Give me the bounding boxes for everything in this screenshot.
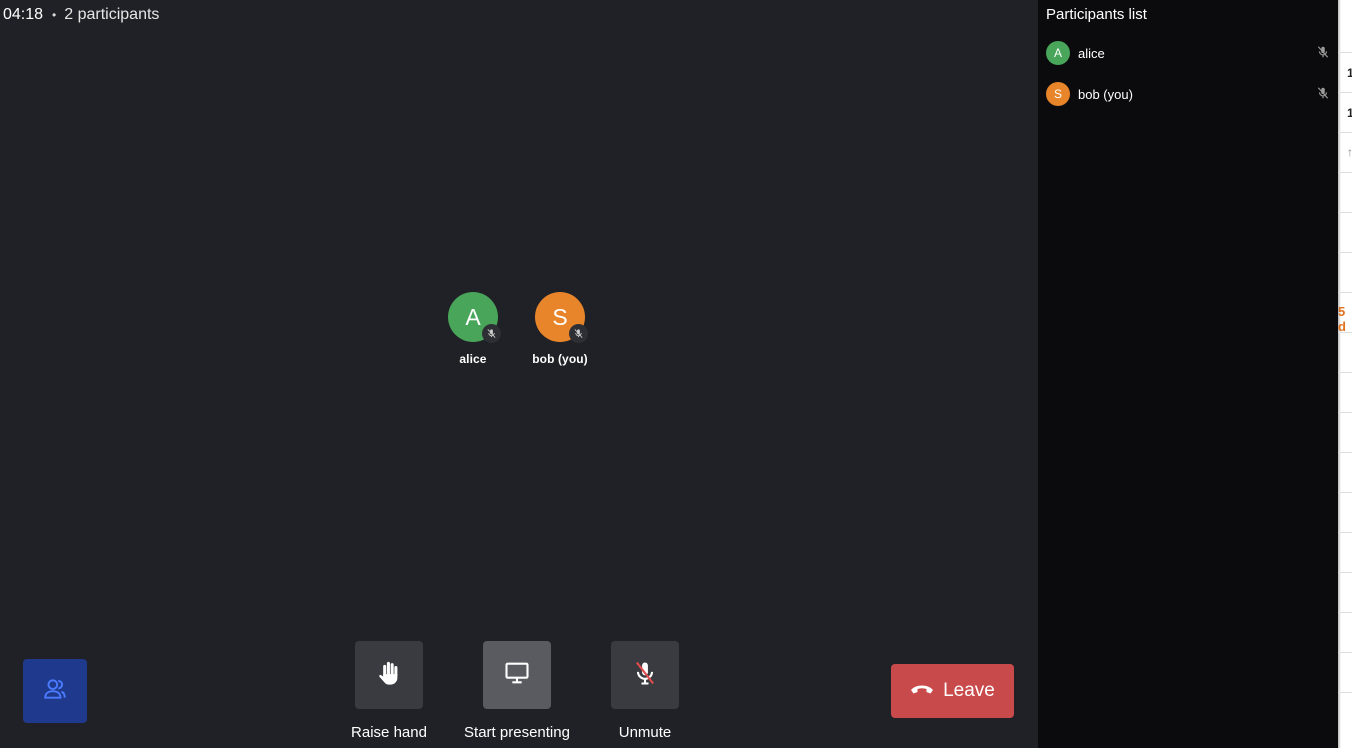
divider (1338, 292, 1352, 293)
participant-tile-bob[interactable]: S bob (you) (520, 292, 600, 366)
hand-icon (375, 659, 403, 692)
divider (1338, 252, 1352, 253)
muted-mic-icon (569, 324, 588, 343)
participants-panel: Participants list A alice S bob (you) (1038, 0, 1338, 748)
muted-mic-icon (482, 324, 501, 343)
divider (1338, 172, 1352, 173)
avatar: S (1046, 82, 1070, 106)
muted-mic-icon (1316, 86, 1330, 105)
people-icon (42, 676, 68, 707)
muted-mic-icon (1316, 45, 1330, 64)
unmute-label: Unmute (618, 724, 672, 741)
divider (1338, 492, 1352, 493)
monitor-icon (503, 659, 531, 692)
participant-count: 2 participants (64, 6, 160, 23)
raise-hand-box[interactable] (355, 641, 423, 709)
divider (1338, 612, 1352, 613)
leave-label: Leave (943, 680, 995, 701)
background-text: 5 d (1338, 304, 1346, 334)
call-status-bar: 04:18 • 2 participants (3, 5, 159, 25)
call-timer: 04:18 (3, 6, 44, 23)
divider (1338, 52, 1352, 53)
participant-list-name: alice (1078, 45, 1105, 61)
participants-toggle-button[interactable] (23, 659, 87, 723)
unmute-button[interactable]: Unmute (581, 641, 709, 741)
avatar: A (448, 292, 501, 343)
divider (1338, 652, 1352, 653)
raise-hand-label: Raise hand (351, 724, 427, 741)
leave-button[interactable]: Leave (891, 664, 1014, 718)
divider (1338, 372, 1352, 373)
background-text: ↑ (1347, 145, 1352, 159)
divider (1338, 532, 1352, 533)
edge-shadow (1338, 0, 1341, 748)
mic-off-icon (631, 659, 659, 692)
divider (1338, 692, 1352, 693)
divider (1338, 412, 1352, 413)
divider (1338, 572, 1352, 573)
participant-tile-alice[interactable]: A alice (433, 292, 513, 366)
avatar: S (535, 292, 588, 343)
divider (1338, 212, 1352, 213)
unmute-box[interactable] (611, 641, 679, 709)
divider (1338, 92, 1352, 93)
participant-list-name: bob (you) (1078, 86, 1133, 102)
avatar-initial: S (552, 304, 568, 330)
divider (1338, 132, 1352, 133)
avatar: A (1046, 41, 1070, 65)
start-presenting-button[interactable]: Start presenting (453, 641, 581, 741)
divider (1338, 452, 1352, 453)
background-text: 1 (1347, 106, 1352, 120)
divider (1338, 332, 1352, 333)
call-stage: 04:18 • 2 participants A alice S bob (yo… (0, 0, 1038, 748)
status-separator: • (52, 8, 57, 22)
background-page-edge: 1 1 ↑ 5 d (1338, 0, 1352, 748)
raise-hand-button[interactable]: Raise hand (325, 641, 453, 741)
participant-list-item-bob[interactable]: S bob (you) (1046, 81, 1336, 107)
participant-name: alice (459, 352, 487, 366)
background-text: 1 (1347, 66, 1352, 80)
start-presenting-box[interactable] (483, 641, 551, 709)
hang-up-icon (910, 682, 934, 701)
participant-list-item-alice[interactable]: A alice (1046, 40, 1336, 66)
avatar-initial: A (465, 304, 481, 330)
participant-name: bob (you) (532, 352, 588, 366)
start-presenting-label: Start presenting (464, 724, 570, 741)
panel-title: Participants list (1046, 6, 1147, 23)
